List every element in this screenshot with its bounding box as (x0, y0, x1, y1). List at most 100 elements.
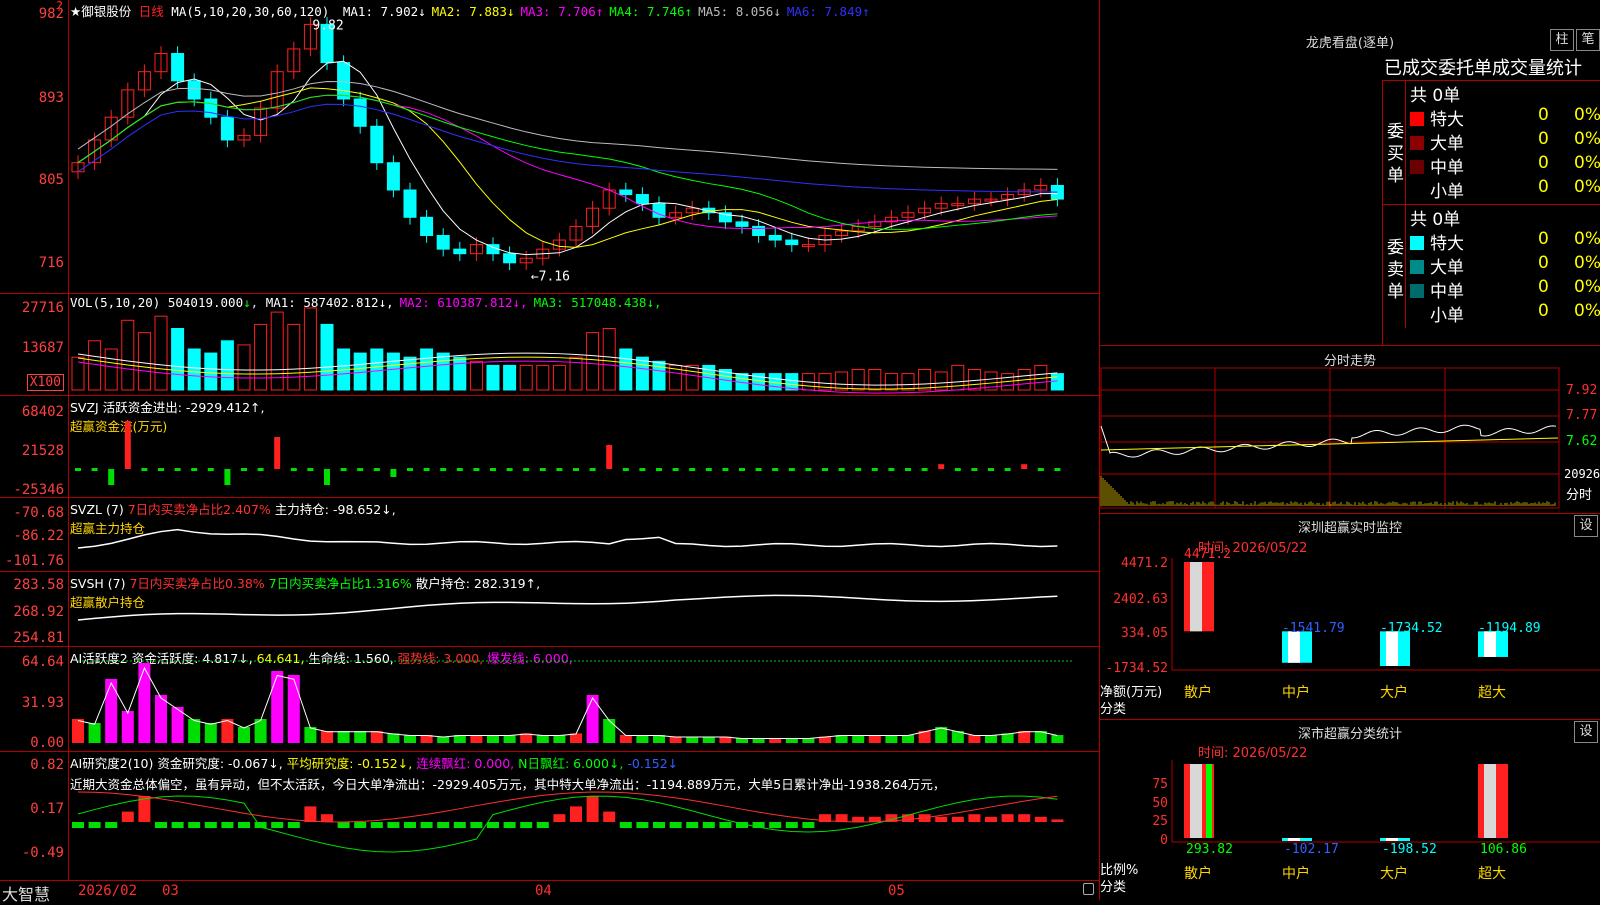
research-bar (1035, 817, 1047, 822)
research-bar (122, 812, 134, 822)
flow-bar (158, 468, 164, 471)
candle (221, 117, 233, 140)
svzl-chart[interactable] (0, 498, 1100, 571)
research-bar (504, 822, 516, 828)
order-count: 0 (1538, 129, 1549, 149)
research-bar (985, 817, 997, 822)
research-bar (1018, 814, 1030, 822)
category-label: 中户 (1282, 684, 1310, 701)
lock-icon[interactable] (1083, 883, 1094, 895)
flow-bar (556, 468, 562, 471)
volume-chart[interactable] (0, 294, 1100, 395)
flow-bar (1038, 468, 1044, 471)
intraday-panel[interactable]: 分时走势 7.92 7.77 7.62 20926 分时 (1100, 345, 1600, 514)
volume-bar (304, 308, 316, 390)
flow-bar (590, 468, 596, 471)
activity-bar (1051, 735, 1063, 743)
app-logo: 大智慧 (2, 881, 50, 905)
flow-bar (490, 468, 496, 471)
activity-bar (238, 727, 250, 743)
activity-bar (869, 735, 881, 743)
order-label: 特大 (1430, 234, 1464, 254)
flow-bar (689, 468, 695, 471)
flow-bar (872, 468, 878, 471)
volume-bar (852, 370, 864, 391)
ai-activity-chart[interactable] (0, 647, 1100, 751)
candle (172, 54, 184, 81)
research-bar (404, 822, 416, 828)
volume-bar (902, 374, 914, 390)
monitor-bar-chart[interactable]: 4471.2 2402.63 334.05 -1734.52 4471.2 散户 -1541… (1100, 514, 1600, 720)
activity-bar (703, 737, 715, 743)
volume-pane[interactable]: 27716 13687 X100 VOL(5,10,20) 504019.000… (0, 294, 1100, 396)
ma-line (78, 88, 1057, 247)
holding-line (78, 530, 1057, 548)
research-bar (620, 822, 632, 828)
ai-research-pane[interactable]: 0.82 0.17 -0.49 AI研究度2(10) 资金研究度: -0.067… (0, 752, 1100, 880)
tick-mode-button[interactable]: 笔 (1576, 29, 1600, 51)
research-bar (686, 822, 698, 828)
volume-bar (587, 333, 599, 390)
flow-bar (606, 445, 612, 469)
research-bar (603, 812, 615, 822)
activity-bar (72, 719, 84, 743)
order-percent: 0% (1574, 301, 1600, 321)
svzj-pane[interactable]: 68402 21528 -25346 SVZJ 活跃资金进出: -2929.41… (0, 396, 1100, 498)
flow-bar (125, 421, 131, 469)
volume-bar (636, 357, 648, 390)
research-bar (719, 822, 731, 828)
ai-research-chart[interactable] (0, 752, 1100, 880)
svzj-chart[interactable] (0, 396, 1100, 497)
classify-panel[interactable]: 深市超赢分类统计 设 时间: 2026/05/22 75 50 25 0 293.82 散… (1100, 719, 1600, 901)
classify-xlabel: 分类 (1100, 876, 1126, 895)
candle (786, 240, 798, 245)
bar-highlight (1484, 764, 1496, 838)
svzl-pane[interactable]: -70.68 -86.22 -101.76 SVZL (7) 7日内买卖净占比2… (0, 498, 1100, 572)
svsh-pane[interactable]: 283.58 268.92 254.81 SVSH (7) 7日内买卖净占比0.… (0, 572, 1100, 647)
intraday-chart[interactable] (1100, 346, 1600, 514)
color-swatch (1410, 160, 1424, 174)
classify-bar-chart[interactable]: 75 50 25 0 293.82 散户 -102.17 中户 -198.52 大户 106.86 超… (1100, 720, 1600, 901)
activity-bar (404, 735, 416, 743)
date-axis: 大智慧 2026/02 03 04 05 (0, 880, 1100, 901)
flow-bar (357, 468, 363, 471)
research-bar (354, 822, 366, 828)
chart-tick: 4471.2 (1121, 556, 1168, 571)
research-bar (221, 822, 233, 828)
buy-side-label: 委买单 (1387, 121, 1407, 187)
flow-bar (241, 468, 247, 471)
monitor-panel[interactable]: 深圳超赢实时监控 设 时间: 2026/05/22 4471.2 2402.63 3… (1100, 513, 1600, 720)
order-count: 0 (1538, 229, 1549, 249)
candle (753, 226, 765, 235)
volume-bar (205, 353, 217, 390)
color-swatch (1410, 284, 1424, 298)
flow-bar (789, 468, 795, 471)
flow-bar (805, 468, 811, 471)
flow-bar (855, 468, 861, 471)
category-label: 中户 (1282, 865, 1310, 882)
activity-bar (686, 737, 698, 743)
volume-bar (271, 312, 283, 390)
ai-activity-pane[interactable]: 64.64 31.93 0.00 AI活跃度2 资金活跃度: 4.817↓, 6… (0, 647, 1100, 752)
flow-bar (92, 468, 98, 471)
candlestick-chart[interactable]: 9.82 ←7.16 (0, 0, 1100, 293)
dragon-title: 龙虎看盘(逐单) (1100, 32, 1600, 51)
flow-bar (971, 468, 977, 471)
svsh-chart[interactable] (0, 572, 1100, 646)
volume-bar (238, 345, 250, 390)
order-count: 0 (1538, 153, 1549, 173)
volume-bar (885, 374, 897, 390)
volume-bar (836, 372, 848, 390)
activity-bar (537, 735, 549, 743)
volume-bar (454, 357, 466, 390)
bar-mode-button[interactable]: 柱 (1550, 29, 1574, 51)
flow-bar (722, 468, 728, 471)
research-bar (288, 822, 300, 828)
high-price-label: 9.82 (312, 18, 343, 33)
flow-bar (407, 468, 413, 471)
activity-bar (553, 735, 565, 743)
research-bar (338, 822, 350, 828)
flow-bar (507, 468, 513, 471)
order-row: 大单 0 0% (1410, 253, 1600, 278)
kline-pane[interactable]: 982 893 805 716 ? ★御银股份 日线 MA(5,10,20,30… (0, 0, 1100, 294)
